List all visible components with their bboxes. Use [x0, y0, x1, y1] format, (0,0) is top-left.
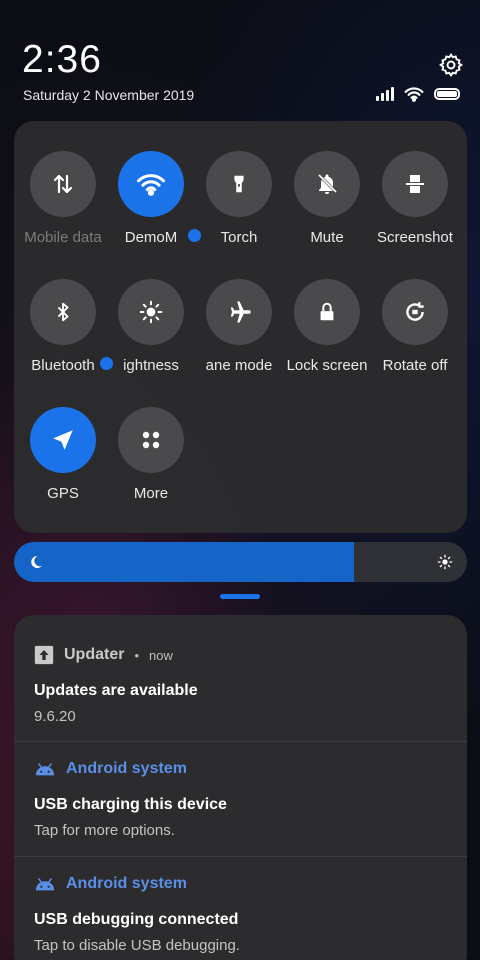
brightness-level — [14, 542, 354, 582]
tile-label: ane mode — [205, 357, 273, 374]
notification-title: USB charging this device — [34, 796, 227, 813]
bluetooth-icon — [57, 302, 69, 322]
notification-app-name: Android system — [66, 875, 187, 892]
notification-body: Tap for more options. — [34, 822, 175, 839]
notification-time: now — [149, 647, 173, 663]
date: Saturday 2 November 2019 — [23, 87, 195, 103]
tile-torch[interactable]: Torch — [195, 151, 283, 246]
notification-usb-charging[interactable]: Android system USB charging this device … — [14, 742, 467, 856]
notification-time-separator: • — [134, 647, 140, 663]
tile-label: DemoM — [124, 229, 178, 246]
tile-gps[interactable]: GPS — [19, 407, 107, 502]
bluetooth-indicator-dot — [100, 357, 113, 370]
screenshot-icon — [406, 175, 424, 193]
notification-body: 9.6.20 — [34, 708, 76, 725]
tile-label: Mute — [310, 229, 344, 246]
tile-airplane-mode[interactable]: ane mode — [195, 279, 283, 374]
lock-icon — [320, 302, 334, 321]
sun-icon — [437, 554, 453, 570]
wifi-icon — [137, 174, 165, 196]
notification-app-name: Android system — [66, 760, 187, 777]
tile-mute[interactable]: Mute — [283, 151, 371, 246]
moon-icon — [31, 555, 42, 568]
grid-dots-icon — [142, 431, 160, 449]
tile-label: ightness — [123, 357, 179, 374]
notification-app-name: Updater — [64, 646, 125, 663]
tile-label: Screenshot — [377, 229, 453, 246]
notification-title: Updates are available — [34, 682, 198, 699]
notification-title: USB debugging connected — [34, 911, 239, 928]
brightness-icon — [139, 300, 163, 324]
notification-updater[interactable]: Updater • now Updates are available 9.6.… — [14, 615, 467, 741]
bell-off-icon — [317, 173, 338, 194]
tile-label: GPS — [47, 485, 79, 502]
tile-label: More — [133, 485, 169, 502]
torch-icon — [234, 175, 244, 193]
panel-drag-handle[interactable] — [220, 594, 260, 599]
battery-icon — [434, 88, 460, 100]
tile-bluetooth[interactable]: Bluetooth — [19, 279, 107, 374]
tile-screenshot[interactable]: Screenshot — [371, 151, 459, 246]
tile-rotate-off[interactable]: Rotate off — [371, 279, 459, 374]
android-icon — [35, 763, 55, 776]
brightness-slider[interactable] — [14, 542, 467, 582]
status-icons — [376, 86, 460, 102]
wifi-indicator-dot — [188, 229, 201, 242]
gear-icon[interactable] — [438, 52, 464, 78]
upload-arrow-icon — [34, 645, 54, 665]
mobile-data-icon — [53, 174, 73, 194]
signal-bars-icon — [376, 87, 394, 101]
tile-wifi[interactable]: DemoM — [107, 151, 195, 246]
navigation-arrow-icon — [53, 430, 73, 450]
notification-body: Tap to disable USB debugging. — [34, 937, 240, 954]
quick-settings-panel: Mobile data DemoM Torch Mute Screenshot … — [14, 121, 467, 533]
tile-label: Lock screen — [286, 357, 368, 374]
wifi-icon — [404, 87, 424, 102]
tile-lock-screen[interactable]: Lock screen — [283, 279, 371, 374]
clock: 2:36 — [22, 38, 102, 81]
tile-label: Bluetooth — [31, 357, 95, 374]
notification-panel: Updater • now Updates are available 9.6.… — [14, 615, 467, 960]
tile-more[interactable]: More — [107, 407, 195, 502]
airplane-icon — [230, 301, 251, 323]
tile-brightness[interactable]: ightness — [107, 279, 195, 374]
tile-label: Rotate off — [382, 357, 448, 374]
tile-label: Torch — [220, 229, 258, 246]
notification-usb-debugging[interactable]: Android system USB debugging connected T… — [14, 857, 467, 960]
rotate-lock-icon — [406, 302, 424, 321]
android-icon — [35, 878, 55, 891]
tile-mobile-data[interactable]: Mobile data — [19, 151, 107, 246]
tile-label: Mobile data — [24, 229, 102, 246]
